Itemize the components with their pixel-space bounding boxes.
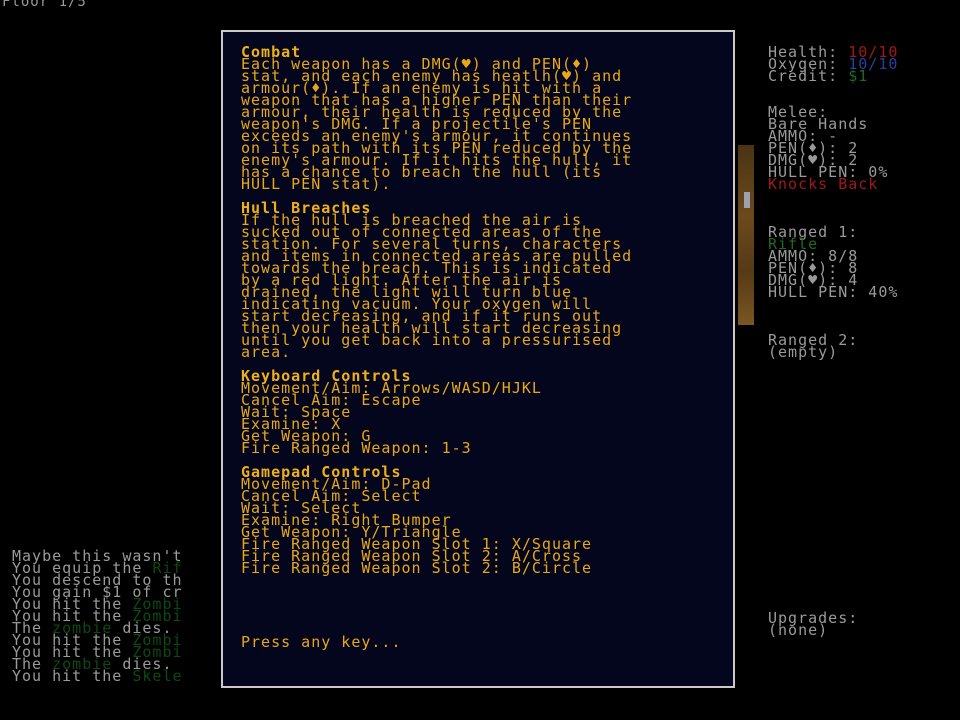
credit-label: Credit: [768,67,839,85]
combat-text: Each weapon has a DMG(♥) and PEN(♦) stat,… [241,57,719,192]
floor-indicator: Floor 1/5 [2,0,87,10]
gamepad-control-line: Fire Ranged Weapon Slot 2: B/Circle [241,559,593,577]
ranged2-value: (empty) [768,343,839,361]
message-log: Maybe this wasn't You equip the Rif You de… [12,549,183,685]
combat-section: Combat Each weapon has a DMG(♥) and PEN(… [241,45,719,192]
keyboard-text: Movement/Aim: Arrows/WASD/HJKL Cancel Aim… [241,381,719,457]
keyboard-control-line: Fire Ranged Weapon: 1-3 [241,439,472,457]
upgrades-value: (none) [768,621,829,639]
gamepad-text: Movement/Aim: D-Pad Cancel Aim: Select Wai… [241,477,719,577]
log-entity-name: Skele [132,667,183,685]
credit-value: $1 [848,67,869,85]
hull-section: Hull Breaches If the hull is breached th… [241,201,719,360]
log-message: You hit the Skele [12,667,183,685]
keyboard-section: Keyboard Controls Movement/Aim: Arrows/W… [241,369,719,457]
hull-text: If the hull is breached the air is sucked… [241,213,719,360]
help-panel[interactable]: Combat Each weapon has a DMG(♥) and PEN(… [221,30,735,688]
stats-panel: Health: 10/10 Oxygen: 10/10 Credit: $1 M… [768,45,899,361]
log-text: You hit the [12,667,133,685]
door-tile [744,192,750,208]
hull-line: until you get back into a pressurised [241,331,613,349]
station-wall-tile [738,145,754,325]
gamepad-section: Gamepad Controls Movement/Aim: D-Pad Canc… [241,465,719,577]
press-any-key-prompt[interactable]: Press any key... [241,635,402,650]
ranged1-hull-pen: HULL PEN: 40% [768,283,899,301]
